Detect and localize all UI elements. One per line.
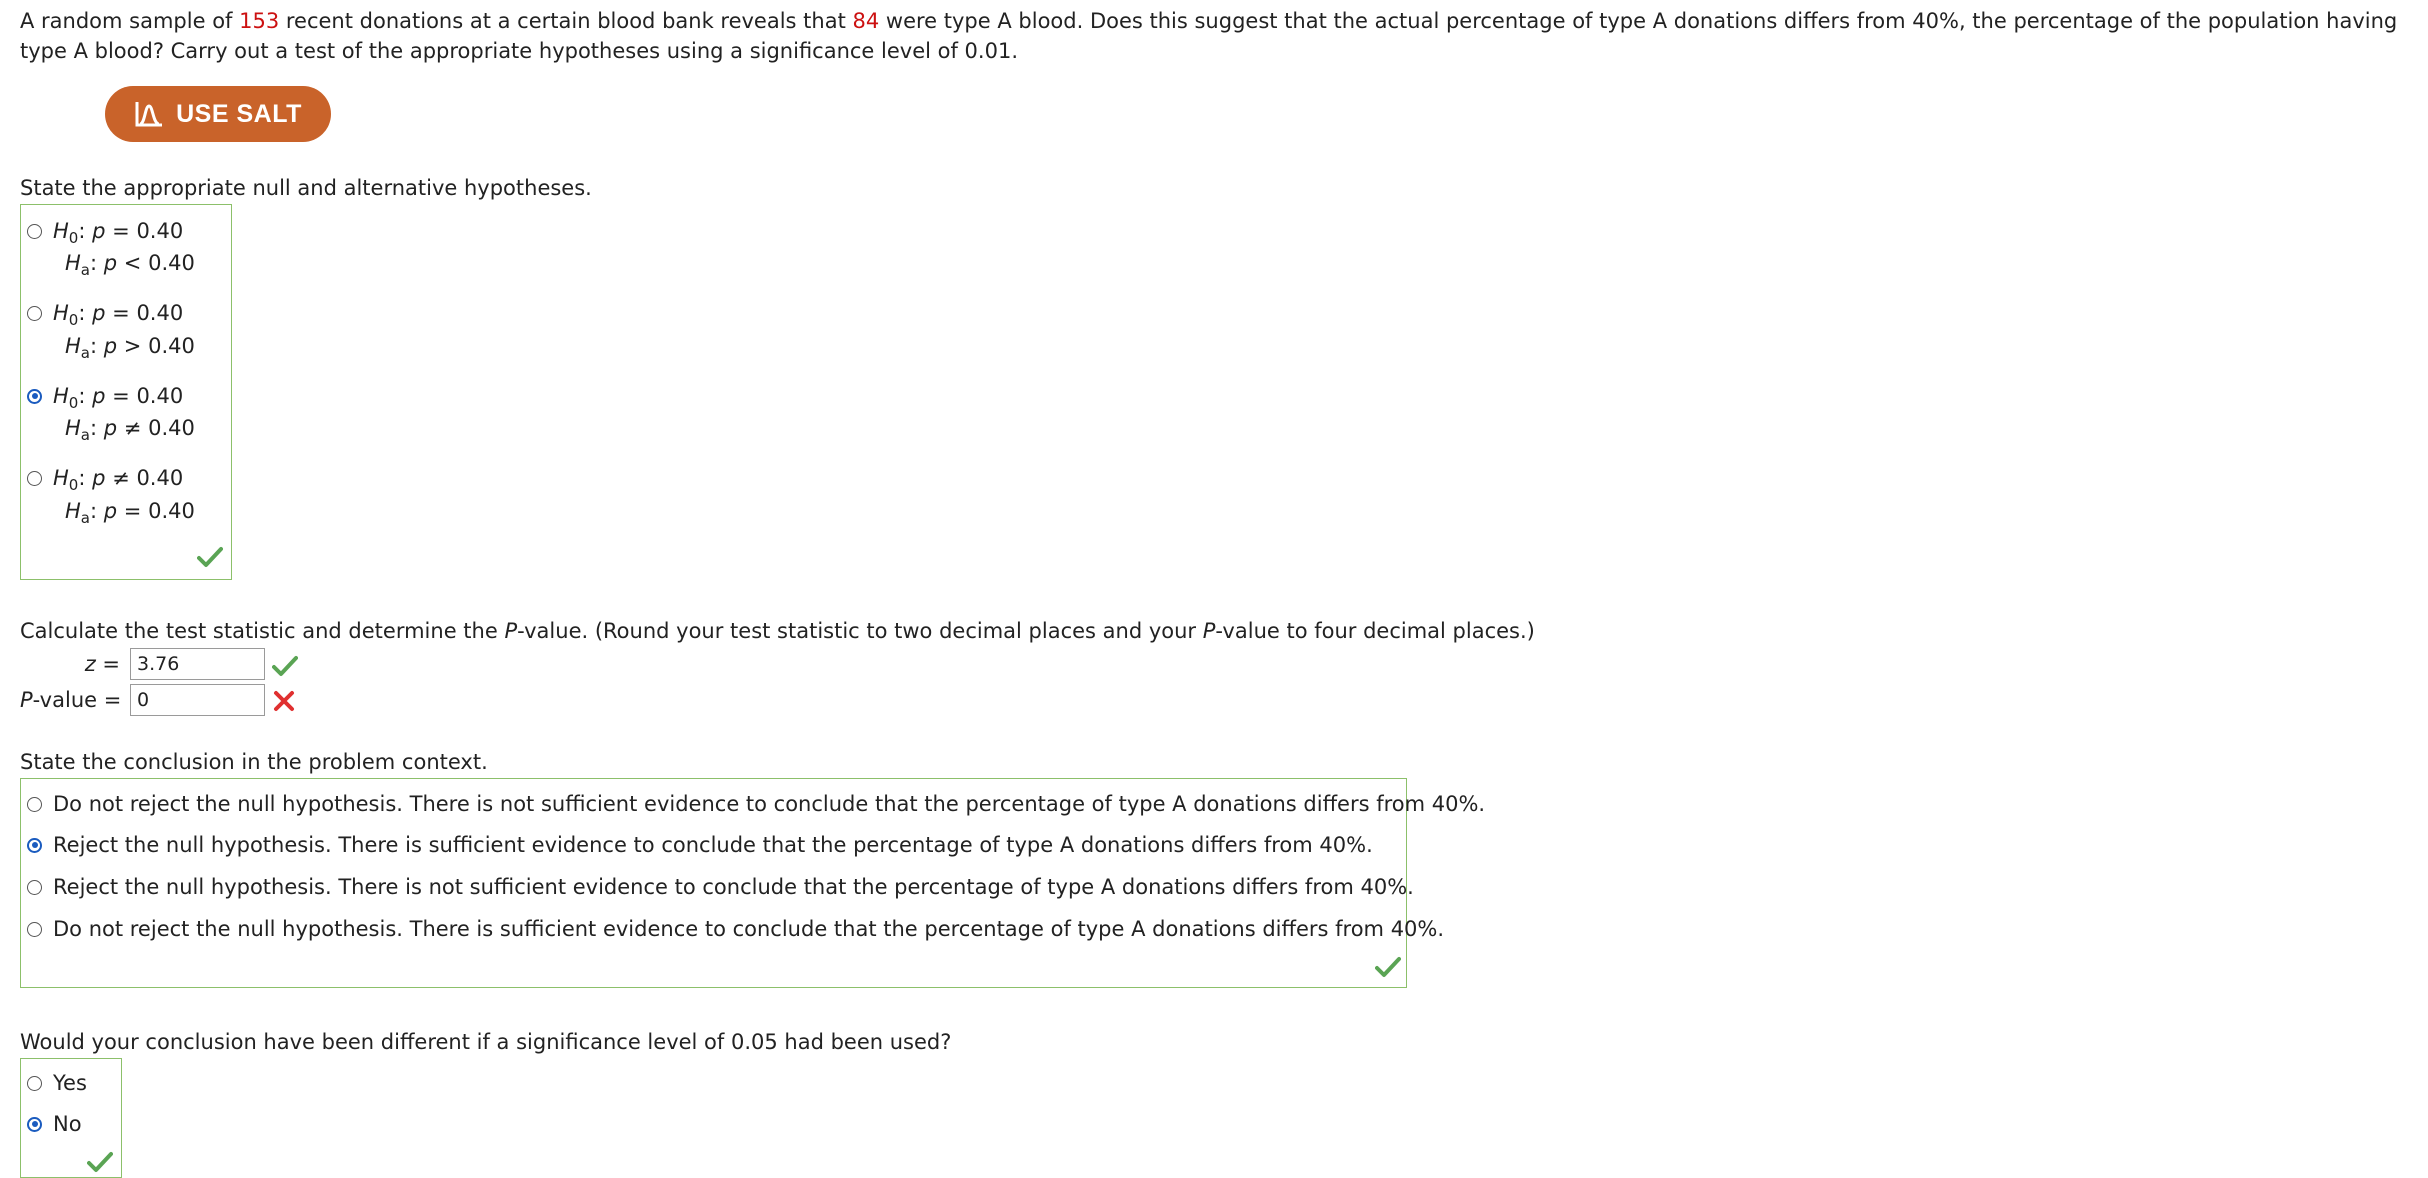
type-a-count-value: 84 [852,9,880,33]
significance-box: Yes No [20,1058,122,1178]
conclusion-option-3[interactable]: Reject the null hypothesis. There is not… [27,872,1414,902]
conclusion-option-4[interactable]: Do not reject the null hypothesis. There… [27,914,1444,944]
conclusion-option-label: Reject the null hypothesis. There is suf… [53,833,1373,857]
p-value-input[interactable]: 0 [130,684,265,716]
option-label: Yes [53,1071,87,1095]
significance-option-yes[interactable]: Yes [27,1068,87,1098]
radio-button[interactable] [27,305,42,321]
radio-button-selected[interactable] [27,388,42,404]
significance-prompt: Would your conclusion have been differen… [20,1030,952,1054]
salt-chart-icon [135,102,163,127]
use-salt-button[interactable]: USE SALT [105,86,331,142]
sample-size-value: 153 [239,9,280,33]
hypotheses-box: H0: p = 0.40 Ha: p < 0.40 H0: p = 0.40 H… [20,204,232,580]
radio-button[interactable] [27,1075,42,1091]
conclusion-option-label: Do not reject the null hypothesis. There… [53,917,1445,941]
radio-button-selected[interactable] [27,1116,42,1132]
use-salt-label: USE SALT [176,99,302,128]
null-hypothesis: H0: p ≠ 0.40 [53,466,184,494]
statistic-prompt: Calculate the test statistic and determi… [20,619,1535,643]
incorrect-x-icon [274,691,294,711]
alt-hypothesis: Ha: p < 0.40 [65,251,195,279]
z-label: z = [84,652,120,676]
conclusion-option-label: Do not reject the null hypothesis. There… [53,792,1486,816]
correct-check-icon [197,547,223,567]
conclusion-prompt: State the conclusion in the problem cont… [20,750,488,774]
radio-button[interactable] [27,470,42,486]
option-label: No [53,1112,82,1136]
correct-check-icon [1375,957,1401,977]
correct-check-icon [87,1152,113,1172]
radio-button[interactable] [27,223,42,239]
null-hypothesis: H0: p = 0.40 [53,219,184,247]
z-input[interactable]: 3.76 [130,648,265,680]
conclusion-option-1[interactable]: Do not reject the null hypothesis. There… [27,789,1485,819]
hypothesis-option-3[interactable]: H0: p = 0.40 [27,381,183,411]
conclusion-option-2[interactable]: Reject the null hypothesis. There is suf… [27,830,1373,860]
null-hypothesis: H0: p = 0.40 [53,384,184,412]
radio-button[interactable] [27,796,42,812]
radio-button[interactable] [27,921,42,937]
null-hypothesis: H0: p = 0.40 [53,301,184,329]
question-text: A random sample of 153 recent donations … [20,9,2398,63]
radio-button[interactable] [27,879,42,895]
significance-option-no[interactable]: No [27,1109,82,1139]
alt-hypothesis: Ha: p > 0.40 [65,334,195,362]
radio-button-selected[interactable] [27,837,42,853]
hypotheses-prompt: State the appropriate null and alternati… [20,176,592,200]
conclusion-box: Do not reject the null hypothesis. There… [20,778,1485,988]
hypothesis-option-1[interactable]: H0: p = 0.40 [27,216,183,246]
correct-check-icon [272,656,298,676]
p-value-label: P-value = [20,688,122,712]
hypothesis-option-4[interactable]: H0: p ≠ 0.40 [27,463,183,493]
conclusion-option-label: Reject the null hypothesis. There is not… [53,875,1414,899]
alt-hypothesis: Ha: p ≠ 0.40 [65,416,195,444]
alt-hypothesis: Ha: p = 0.40 [65,499,195,527]
hypothesis-option-2[interactable]: H0: p = 0.40 [27,298,183,328]
